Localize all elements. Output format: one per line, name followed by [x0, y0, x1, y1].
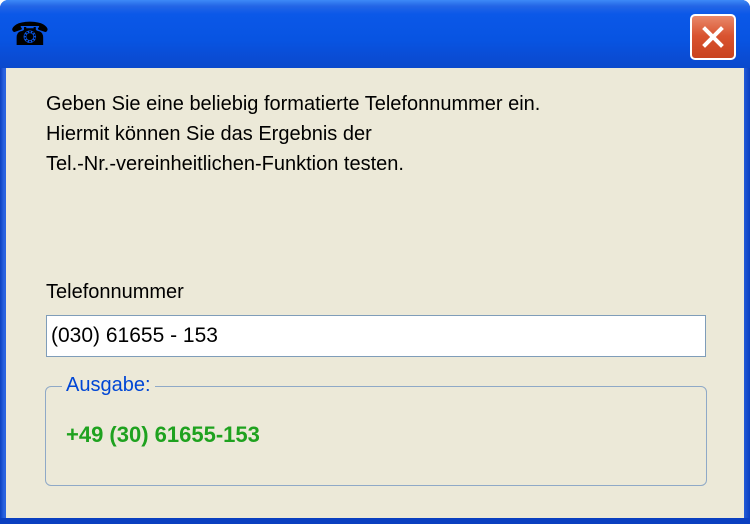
telephone-icon: ☎ — [10, 15, 50, 53]
description-line: Geben Sie eine beliebig formatierte Tele… — [46, 93, 541, 115]
output-groupbox: Ausgabe: +49 (30) 61655-153 — [45, 372, 707, 486]
window-bottom-border — [0, 518, 750, 524]
description-line: Hiermit können Sie das Ergebnis der — [46, 123, 372, 145]
output-groupbox-legend: Ausgabe: — [62, 372, 155, 398]
description-text: Geben Sie eine beliebig formatierte Tele… — [46, 89, 706, 179]
dialog-window: ☎ Geben Sie eine beliebig formatierte Te… — [0, 0, 750, 524]
close-button[interactable] — [690, 14, 736, 60]
dialog-body: Geben Sie eine beliebig formatierte Tele… — [6, 68, 744, 518]
phone-number-input[interactable] — [46, 315, 706, 357]
description-line: Tel.-Nr.-vereinheitlichen-Funktion teste… — [46, 153, 404, 175]
title-bar[interactable]: ☎ — [0, 0, 750, 68]
formatted-phone-output: +49 (30) 61655-153 — [66, 422, 260, 447]
close-icon — [702, 26, 724, 48]
phone-number-label: Telefonnummer — [46, 281, 184, 303]
